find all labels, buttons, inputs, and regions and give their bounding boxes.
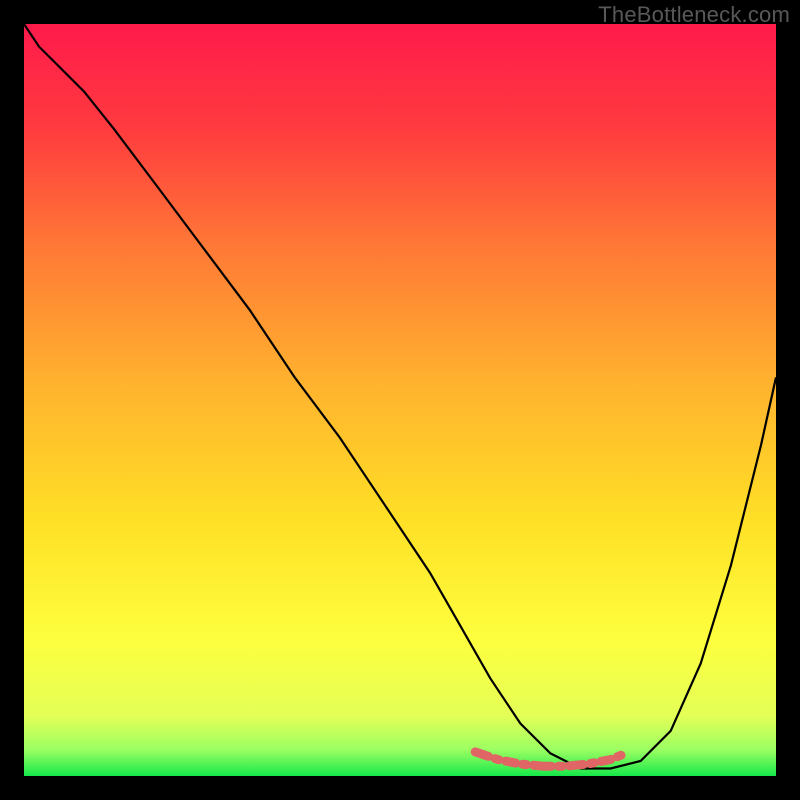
watermark-text: TheBottleneck.com bbox=[598, 2, 790, 28]
gradient-background bbox=[24, 24, 776, 776]
bottleneck-chart bbox=[24, 24, 776, 776]
chart-frame bbox=[24, 24, 776, 776]
